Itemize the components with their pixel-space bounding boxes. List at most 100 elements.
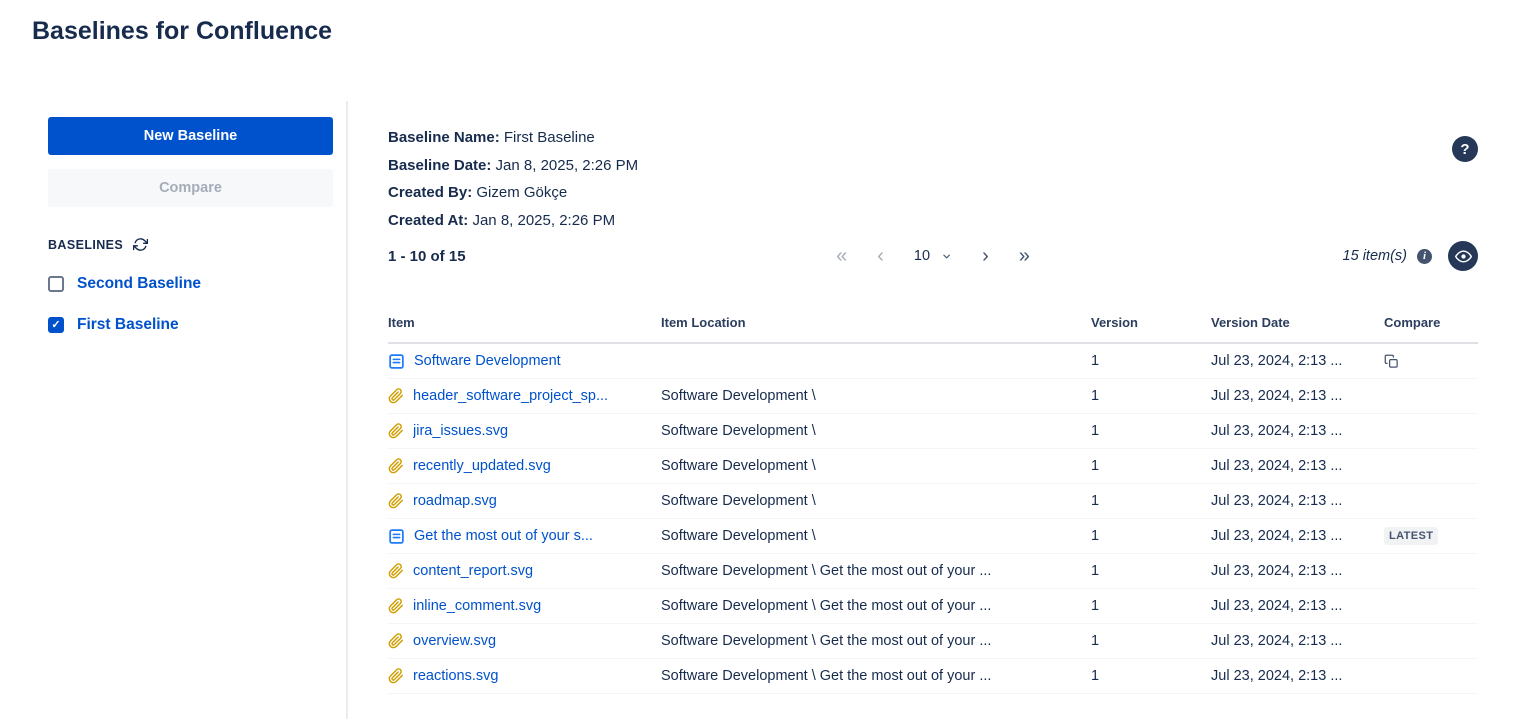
item-version: 1: [1091, 668, 1211, 684]
latest-badge: LATEST: [1384, 527, 1438, 545]
copy-icon[interactable]: [1384, 354, 1399, 369]
table-row: inline_comment.svg Software Development …: [388, 589, 1478, 624]
attachment-icon: [388, 668, 404, 684]
item-version: 1: [1091, 458, 1211, 474]
detail-value: Gizem Gökçe: [476, 184, 567, 201]
table-row: recently_updated.svg Software Developmen…: [388, 449, 1478, 484]
baseline-item-label[interactable]: First Baseline: [77, 316, 179, 334]
item-link[interactable]: roadmap.svg: [413, 493, 497, 509]
baseline-checkbox[interactable]: [48, 317, 64, 333]
items-count: 15 item(s): [1343, 248, 1407, 264]
page-size-value: 10: [914, 248, 930, 264]
help-icon[interactable]: ?: [1452, 136, 1478, 162]
item-version-date: Jul 23, 2024, 2:13 ...: [1211, 353, 1384, 369]
pagination-right-controls: 15 item(s) i: [1343, 241, 1478, 271]
pagination-bar: 1 - 10 of 15 « ‹ 10 › » 15 item(s) i: [388, 240, 1478, 272]
item-location: Software Development \: [661, 388, 1091, 404]
item-version-date: Jul 23, 2024, 2:13 ...: [1211, 458, 1384, 474]
items-table-header: Item Item Location Version Version Date …: [388, 302, 1478, 344]
eye-icon: [1455, 248, 1472, 265]
baseline-item[interactable]: Second Baseline: [48, 275, 333, 293]
page-icon: [388, 528, 405, 545]
chevron-down-icon: [941, 251, 952, 262]
pagination-range: 1 - 10 of 15: [388, 248, 466, 265]
item-link[interactable]: Get the most out of your s...: [414, 528, 593, 544]
item-version-date: Jul 23, 2024, 2:13 ...: [1211, 388, 1384, 404]
page-icon: [388, 353, 405, 370]
compare-cell: LATEST: [1384, 354, 1478, 369]
page-title: Baselines for Confluence: [0, 0, 1522, 46]
detail-line: Created At: Jan 8, 2025, 2:26 PM: [388, 207, 638, 235]
item-version-date: Jul 23, 2024, 2:13 ...: [1211, 563, 1384, 579]
item-link[interactable]: content_report.svg: [413, 563, 533, 579]
detail-label: Baseline Date:: [388, 157, 491, 174]
prev-page-icon[interactable]: ‹: [877, 246, 884, 266]
page: Baselines for Confluence New Baseline Co…: [0, 0, 1522, 719]
detail-value: First Baseline: [504, 129, 595, 146]
column-header-item-location: Item Location: [661, 315, 1091, 330]
item-location: Software Development \: [661, 493, 1091, 509]
item-version-date: Jul 23, 2024, 2:13 ...: [1211, 668, 1384, 684]
item-cell: roadmap.svg: [388, 493, 661, 509]
attachment-icon: [388, 633, 404, 649]
baseline-checkbox[interactable]: [48, 276, 64, 292]
item-link[interactable]: header_software_project_sp...: [413, 388, 608, 404]
item-location: Software Development \: [661, 528, 1091, 544]
item-cell: reactions.svg: [388, 668, 661, 684]
item-version: 1: [1091, 563, 1211, 579]
item-version: 1: [1091, 528, 1211, 544]
new-baseline-button[interactable]: New Baseline: [48, 117, 333, 155]
column-header-compare: Compare: [1384, 315, 1478, 330]
compare-cell: LATEST: [1384, 527, 1478, 545]
item-version: 1: [1091, 423, 1211, 439]
item-cell: header_software_project_sp...: [388, 388, 661, 404]
detail-value: Jan 8, 2025, 2:26 PM: [472, 212, 615, 229]
item-location: Software Development \ Get the most out …: [661, 633, 1091, 649]
table-row: content_report.svg Software Development …: [388, 554, 1478, 589]
item-version-date: Jul 23, 2024, 2:13 ...: [1211, 598, 1384, 614]
item-cell: Get the most out of your s...: [388, 528, 661, 545]
item-link[interactable]: recently_updated.svg: [413, 458, 551, 474]
detail-label: Created By:: [388, 184, 472, 201]
next-page-icon[interactable]: ›: [982, 246, 989, 266]
item-location: Software Development \ Get the most out …: [661, 668, 1091, 684]
attachment-icon: [388, 423, 404, 439]
item-version: 1: [1091, 598, 1211, 614]
item-link[interactable]: reactions.svg: [413, 668, 498, 684]
item-version: 1: [1091, 493, 1211, 509]
last-page-icon[interactable]: »: [1019, 246, 1030, 266]
baselines-heading-row: BASELINES: [48, 237, 333, 252]
item-link[interactable]: jira_issues.svg: [413, 423, 508, 439]
item-link[interactable]: Software Development: [414, 353, 561, 369]
item-cell: content_report.svg: [388, 563, 661, 579]
item-version: 1: [1091, 388, 1211, 404]
item-cell: Software Development: [388, 353, 661, 370]
info-icon[interactable]: i: [1417, 249, 1432, 264]
item-version: 1: [1091, 633, 1211, 649]
baseline-item-label[interactable]: Second Baseline: [77, 275, 201, 293]
items-table: Item Item Location Version Version Date …: [388, 302, 1478, 694]
column-header-item: Item: [388, 315, 661, 330]
attachment-icon: [388, 458, 404, 474]
detail-label: Created At:: [388, 212, 468, 229]
item-version-date: Jul 23, 2024, 2:13 ...: [1211, 633, 1384, 649]
pagination-controls: « ‹ 10 › »: [836, 246, 1030, 266]
item-cell: inline_comment.svg: [388, 598, 661, 614]
detail-line: Baseline Name: First Baseline: [388, 124, 638, 152]
sidebar: New Baseline Compare BASELINES Second Ba…: [0, 101, 348, 719]
item-link[interactable]: overview.svg: [413, 633, 496, 649]
first-page-icon[interactable]: «: [836, 246, 847, 266]
table-row: roadmap.svg Software Development \ 1 Jul…: [388, 484, 1478, 519]
item-location: Software Development \: [661, 423, 1091, 439]
page-size-select[interactable]: 10: [914, 248, 952, 264]
visibility-toggle-button[interactable]: [1448, 241, 1478, 271]
item-link[interactable]: inline_comment.svg: [413, 598, 541, 614]
attachment-icon: [388, 598, 404, 614]
item-version: 1: [1091, 353, 1211, 369]
compare-button[interactable]: Compare: [48, 169, 333, 207]
refresh-icon[interactable]: [133, 237, 148, 252]
baselines-heading: BASELINES: [48, 238, 123, 252]
baseline-item[interactable]: First Baseline: [48, 316, 333, 334]
detail-value: Jan 8, 2025, 2:26 PM: [496, 157, 639, 174]
main-panel: Baseline Name: First Baseline Baseline D…: [348, 101, 1522, 719]
